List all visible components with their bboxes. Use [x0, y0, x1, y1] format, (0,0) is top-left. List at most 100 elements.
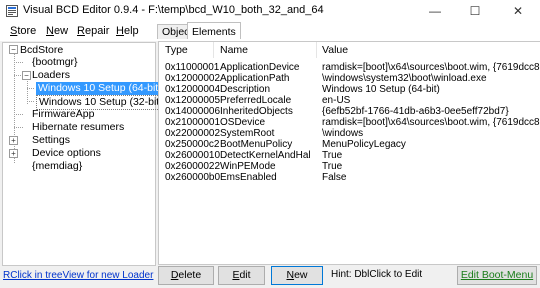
- element-type: 0x11000001: [165, 62, 220, 73]
- element-name: OSDevice: [220, 117, 266, 128]
- element-name: DetectKernelAndHal: [220, 150, 311, 161]
- menu-help[interactable]: Help: [116, 25, 139, 37]
- element-name: EmsEnabled: [220, 172, 277, 183]
- maximize-button[interactable]: ☐: [460, 0, 490, 22]
- element-value: \windows: [322, 128, 364, 139]
- tree-node-loaders[interactable]: Loaders: [32, 69, 70, 82]
- tree-connector: [14, 62, 23, 63]
- tree-connector: [27, 88, 34, 89]
- new-element-button[interactable]: New: [271, 266, 323, 285]
- column-header-row: Type Name Value: [159, 42, 540, 58]
- element-type: 0x260000b0: [165, 172, 221, 183]
- expand-loaders-icon[interactable]: −: [22, 71, 31, 80]
- tree-connector: [14, 53, 15, 163]
- menu-new[interactable]: New: [46, 25, 68, 37]
- element-value: {6efb52bf-1766-41db-a6b3-0ee5eff72bd7}: [322, 106, 509, 117]
- delete-button[interactable]: Delete: [158, 266, 214, 285]
- expand-root-icon[interactable]: −: [9, 45, 18, 54]
- tree-node-settings[interactable]: Settings: [32, 134, 70, 147]
- column-separator[interactable]: [213, 42, 214, 58]
- element-name: SystemRoot: [220, 128, 275, 139]
- element-row[interactable]: 0x12000002 ApplicationPath \windows\syst…: [159, 73, 540, 84]
- element-value: True: [322, 161, 343, 172]
- element-value: Windows 10 Setup (64-bit): [322, 84, 440, 95]
- element-row[interactable]: 0x250000c2 BootMenuPolicy MenuPolicyLega…: [159, 139, 540, 150]
- element-name: WinPEMode: [220, 161, 276, 172]
- tree-node-bootmgr[interactable]: {bootmgr}: [32, 56, 78, 69]
- edit-button[interactable]: Edit: [218, 266, 265, 285]
- new-loader-hint-link[interactable]: RClick in treeView for new Loader: [3, 270, 153, 281]
- element-value: False: [322, 172, 347, 183]
- tree-connector: [27, 101, 34, 102]
- new-mnemonic: N: [286, 269, 295, 281]
- element-name: ApplicationDevice: [220, 62, 300, 73]
- column-header-type[interactable]: Type: [165, 44, 188, 56]
- tree-node-loader-64bit[interactable]: Windows 10 Setup (64-bit): [36, 82, 164, 95]
- bcd-tree-view[interactable]: − BcdStore {bootmgr} − Loaders Windows 1…: [2, 42, 166, 266]
- minimize-button[interactable]: —: [420, 0, 450, 22]
- close-button[interactable]: ✕: [503, 0, 533, 22]
- app-window: Visual BCD Editor 0.9.4 - F:\temp\bcd_W1…: [0, 0, 540, 288]
- element-type: 0x26000022: [165, 161, 221, 172]
- element-row[interactable]: 0x14000006 InheritedObjects {6efb52bf-17…: [159, 106, 540, 117]
- element-type: 0x14000006: [165, 106, 221, 117]
- edit-boot-menu-label: Edit Boot-Menu: [460, 269, 534, 281]
- edit-label: dit: [239, 269, 251, 281]
- element-name: Description: [220, 84, 271, 95]
- bottom-toolbar: Delete Edit New Hint: DblClick to Edit E…: [157, 266, 540, 286]
- tree-connector: [14, 127, 23, 128]
- element-row[interactable]: 0x22000002 SystemRoot \windows: [159, 128, 540, 139]
- menu-new-mnemonic: N: [46, 25, 54, 37]
- element-type: 0x22000002: [165, 128, 221, 139]
- element-name: InheritedObjects: [220, 106, 293, 117]
- expand-device-options-icon[interactable]: +: [9, 149, 18, 158]
- window-title: Visual BCD Editor 0.9.4 - F:\temp\bcd_W1…: [23, 4, 324, 16]
- element-row[interactable]: 0x26000022 WinPEMode True: [159, 161, 540, 172]
- edit-boot-menu-button[interactable]: Edit Boot-Menu: [457, 266, 537, 285]
- element-value: en-US: [322, 95, 351, 106]
- element-name: ApplicationPath: [220, 73, 290, 84]
- element-value: ramdisk=[boot]\x64\sources\boot.wim, {76…: [322, 62, 540, 73]
- tree-connector: [14, 114, 23, 115]
- tree-node-hibernate-resumers[interactable]: Hibernate resumers: [32, 121, 124, 134]
- element-row[interactable]: 0x21000001 OSDevice ramdisk=[boot]\x64\s…: [159, 117, 540, 128]
- bcd-app-icon: [6, 5, 18, 17]
- element-row[interactable]: 0x26000010 DetectKernelAndHal True: [159, 150, 540, 161]
- menu-repair-mnemonic: R: [77, 25, 85, 37]
- element-row[interactable]: 0x12000005 PreferredLocale en-US: [159, 95, 540, 106]
- element-row[interactable]: 0x11000001 ApplicationDevice ramdisk=[bo…: [159, 62, 540, 73]
- title-bar[interactable]: Visual BCD Editor 0.9.4 - F:\temp\bcd_W1…: [0, 0, 540, 22]
- tree-node-firmwareapp[interactable]: FirmwareApp: [32, 108, 94, 121]
- element-name: BootMenuPolicy: [220, 139, 293, 150]
- column-header-value[interactable]: Value: [322, 44, 348, 56]
- menu-help-mnemonic: H: [116, 25, 124, 37]
- tree-node-memdiag[interactable]: {memdiag}: [32, 160, 82, 173]
- column-separator[interactable]: [316, 42, 317, 58]
- menu-store[interactable]: Store: [10, 25, 36, 37]
- element-type: 0x21000001: [165, 117, 221, 128]
- element-type: 0x12000005: [165, 95, 221, 106]
- element-value: ramdisk=[boot]\x64\sources\boot.wim, {76…: [322, 117, 540, 128]
- element-value: \windows\system32\boot\winload.exe: [322, 73, 487, 84]
- element-type: 0x12000002: [165, 73, 221, 84]
- menu-new-label: ew: [53, 25, 69, 37]
- tab-elements[interactable]: Elements: [187, 22, 241, 39]
- element-value: True: [322, 150, 343, 161]
- element-row[interactable]: 0x12000004 Description Windows 10 Setup …: [159, 84, 540, 95]
- menu-store-label: tore: [17, 25, 37, 37]
- element-value: MenuPolicyLegacy: [322, 139, 406, 150]
- menu-repair-label: epair: [84, 25, 110, 37]
- element-type: 0x250000c2: [165, 139, 220, 150]
- element-type: 0x12000004: [165, 84, 221, 95]
- expand-settings-icon[interactable]: +: [9, 136, 18, 145]
- tree-node-device-options[interactable]: Device options: [32, 147, 101, 160]
- menu-bar: Store New Repair Help: [0, 22, 540, 41]
- dblclick-hint: Hint: DblClick to Edit: [331, 269, 423, 280]
- element-name: PreferredLocale: [220, 95, 292, 106]
- element-row[interactable]: 0x260000b0 EmsEnabled False: [159, 172, 540, 183]
- menu-help-label: elp: [123, 25, 139, 37]
- element-type: 0x26000010: [165, 150, 221, 161]
- menu-repair[interactable]: Repair: [77, 25, 109, 37]
- elements-list[interactable]: Type Name Value 0x11000001 ApplicationDe…: [158, 41, 540, 265]
- column-header-name[interactable]: Name: [220, 44, 248, 56]
